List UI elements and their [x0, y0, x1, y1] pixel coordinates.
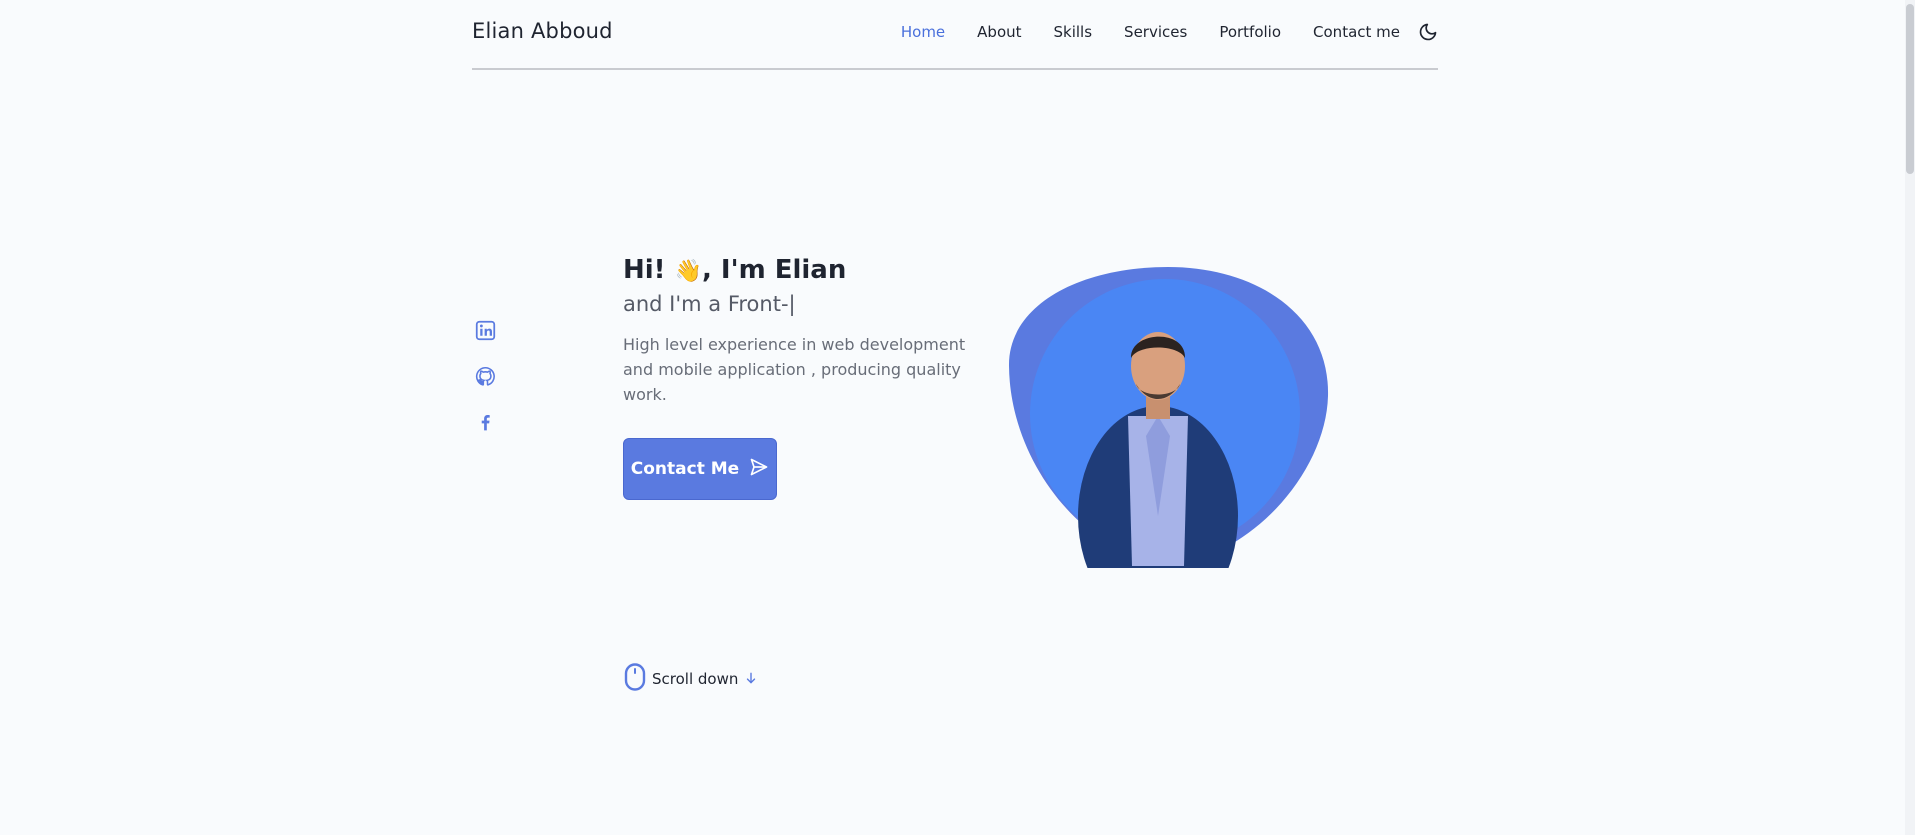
- scroll-down-link[interactable]: Scroll down: [624, 663, 758, 695]
- nav-portfolio[interactable]: Portfolio: [1219, 23, 1281, 41]
- moon-icon[interactable]: [1418, 22, 1438, 42]
- nav-services[interactable]: Services: [1124, 23, 1187, 41]
- nav-skills[interactable]: Skills: [1054, 23, 1093, 41]
- nav-contact[interactable]: Contact me: [1313, 23, 1400, 41]
- greeting-suffix: , I'm Elian: [702, 255, 847, 285]
- scroll-down-label: Scroll down: [652, 670, 739, 688]
- waving-hand-icon: 👋: [674, 259, 702, 284]
- hero-title: Hi! 👋, I'm Elian: [623, 255, 846, 285]
- github-icon[interactable]: [475, 366, 496, 387]
- contact-me-label: Contact Me: [630, 459, 740, 479]
- profile-image-blob: [1008, 266, 1330, 626]
- page-scrollbar[interactable]: [1905, 0, 1915, 835]
- linkedin-icon[interactable]: [475, 320, 496, 341]
- send-icon: [749, 457, 769, 482]
- nav-about[interactable]: About: [977, 23, 1021, 41]
- nav-home[interactable]: Home: [901, 23, 945, 41]
- social-links: [475, 320, 496, 458]
- contact-me-button[interactable]: Contact Me: [623, 438, 777, 500]
- facebook-icon[interactable]: [475, 412, 496, 433]
- logo[interactable]: Elian Abboud: [472, 19, 613, 43]
- greeting-prefix: Hi!: [623, 255, 666, 285]
- hero-subtitle: and I'm a Front-|: [623, 292, 796, 316]
- hero-description: High level experience in web development…: [623, 335, 966, 404]
- main-nav: Home About Skills Services Portfolio Con…: [869, 22, 1438, 42]
- mouse-icon: [624, 663, 646, 695]
- arrow-down-icon: [744, 670, 758, 689]
- header: Elian Abboud Home About Skills Services …: [472, 0, 1438, 70]
- scrollbar-thumb[interactable]: [1906, 4, 1914, 174]
